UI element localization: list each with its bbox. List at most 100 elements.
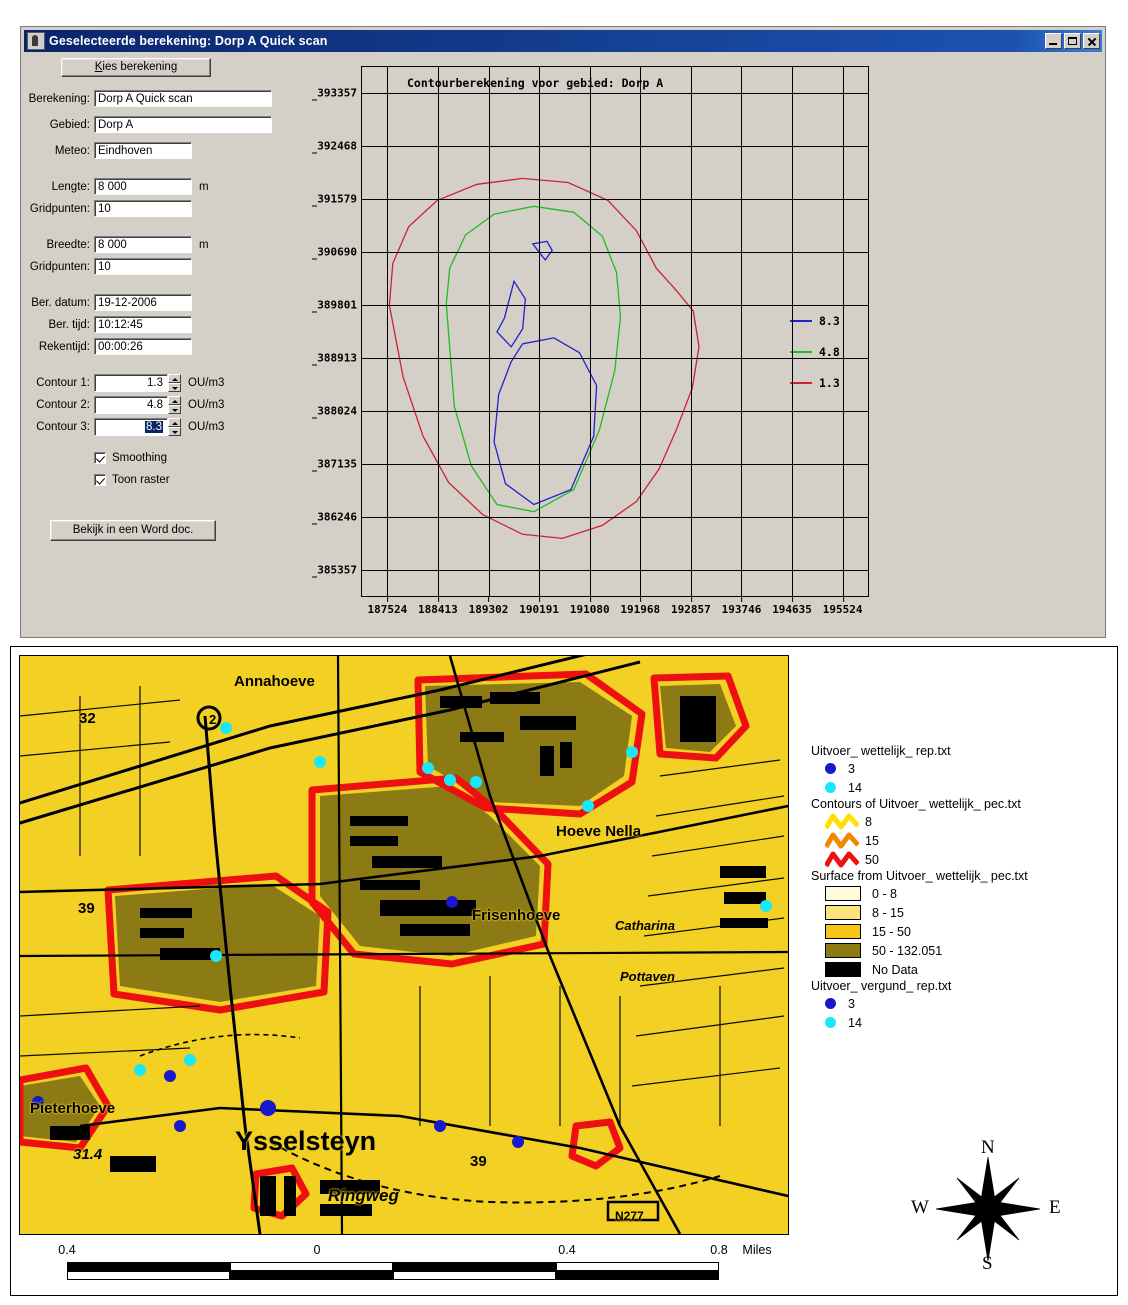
map-legend-item: 3 — [811, 994, 1101, 1013]
contour-1-input[interactable]: 1.3 — [94, 374, 168, 392]
chart-ytick-mark — [312, 417, 318, 419]
legend-item-label: 15 — [865, 833, 879, 848]
window-title-bar: Geselecteerde berekening: Dorp A Quick s… — [24, 30, 1102, 52]
chart-gridline-horizontal — [362, 410, 868, 412]
chart-xtick-label: 187524 — [367, 597, 407, 616]
contour-line-8.3 — [496, 279, 527, 348]
contour-1-stepper[interactable] — [168, 374, 181, 392]
legend-label: 1.3 — [819, 375, 840, 390]
chart-ytick-mark — [312, 523, 318, 525]
map-place-label: 39 — [470, 1153, 487, 1170]
contour-1-increment[interactable] — [168, 374, 181, 383]
field-gridpunten-breedte-label: Gridpunten: — [29, 260, 90, 273]
map-view[interactable]: Annahoeve 32 2 Hoeve Nella Frisenhoeve 39 Cath… — [19, 655, 789, 1235]
field-ber-datum-input[interactable]: 19-12-2006 — [94, 294, 192, 311]
chart-ytick-label: 386246 — [312, 510, 357, 525]
chart-ytick-mark — [312, 364, 318, 366]
map-legend-item: 15 - 50 — [811, 922, 1101, 941]
map-legend-item: No Data — [811, 960, 1101, 979]
chart-ytick-label: 389801 — [312, 299, 357, 313]
field-rekentijd-input[interactable]: 00:00:26 — [94, 338, 192, 355]
chart-ytick-mark — [312, 258, 318, 260]
map-place-label: Catharina — [615, 918, 675, 933]
legend-color-swatch — [825, 943, 861, 958]
map-place-label: Pieterhoeve — [30, 1100, 116, 1117]
map-legend-heading: Uitvoer_ vergund_ rep.txt — [811, 979, 952, 993]
map-section: Annahoeve 32 2 Hoeve Nella Frisenhoeve 39 Cath… — [10, 646, 1118, 1296]
field-gridpunten-breedte-input[interactable]: 10 — [94, 258, 192, 275]
legend-item-label: 15 - 50 — [872, 924, 911, 939]
chart-xtick-label: 195524 — [823, 597, 863, 616]
chart-xtick-mark — [741, 597, 743, 602]
legend-zigzag-icon — [825, 851, 859, 868]
legend-item-label: 50 - 132.051 — [872, 943, 943, 958]
field-berekening-input[interactable]: Dorp A Quick scan — [94, 90, 272, 107]
compass-west: W — [911, 1197, 929, 1218]
window-controls — [1045, 33, 1100, 49]
checkbox-smoothing-label: Smoothing — [112, 452, 167, 464]
contour-3-input[interactable]: 8.3 — [94, 418, 168, 436]
choose-calculation-button[interactable]: Kies berekening — [61, 58, 211, 77]
checkbox-smoothing[interactable]: Smoothing — [94, 452, 167, 464]
map-legend-item: 8 — [811, 812, 1101, 831]
chart-legend-item: 8.3 — [790, 305, 870, 336]
chart-gridline-horizontal — [362, 357, 868, 359]
field-ber-tijd-label: Ber. tijd: — [48, 318, 90, 331]
contour-line-8.3 — [493, 337, 598, 506]
chart-legend-item: 1.3 — [790, 367, 870, 398]
compass-rose: N E S W — [903, 1137, 1073, 1277]
contour-3-value: 8.3 — [145, 421, 163, 433]
contour-3-increment[interactable] — [168, 418, 181, 427]
chart-ytick-label: 391579 — [312, 193, 357, 207]
legend-item-label: 0 - 8 — [872, 886, 898, 901]
contour-1-decrement[interactable] — [168, 383, 181, 392]
choose-calculation-label: ies berekening — [102, 61, 178, 73]
open-in-word-button[interactable]: Bekijk in een Word doc. — [50, 520, 216, 541]
contour-2-increment[interactable] — [168, 396, 181, 405]
chart-xtick-mark — [640, 597, 642, 602]
chart-xtick-label: 194635 — [772, 597, 812, 616]
field-ber-tijd-input[interactable]: 10:12:45 — [94, 316, 192, 333]
window-title: Geselecteerde berekening: Dorp A Quick s… — [49, 34, 328, 48]
parameters-panel: Kies berekening Berekening: Dorp A Quick… — [24, 54, 289, 634]
contour-3-stepper[interactable] — [168, 418, 181, 436]
chart-gridline-horizontal — [362, 305, 868, 307]
field-breedte-input[interactable]: 8 000 — [94, 236, 192, 253]
contour-2-input[interactable]: 4.8 — [94, 396, 168, 414]
field-gebied-input[interactable]: Dorp A — [94, 116, 272, 133]
chart-xtick-label: 188413 — [418, 597, 458, 616]
map-legend-item: 15 — [811, 831, 1101, 850]
field-berekening: Berekening: Dorp A Quick scan — [24, 90, 272, 107]
map-legend-item: 8 - 15 — [811, 903, 1101, 922]
map-place-label: Ringweg — [328, 1186, 399, 1205]
close-button[interactable] — [1083, 33, 1100, 49]
field-lengte-input[interactable]: 8 000 — [94, 178, 192, 195]
legend-zigzag-icon — [825, 832, 859, 849]
legend-point-icon — [825, 763, 836, 774]
app-icon — [27, 32, 45, 50]
scalebar-labels: 0.4 0 0.4 0.8 Miles — [19, 1243, 771, 1260]
legend-item-label: 3 — [848, 996, 855, 1011]
maximize-button[interactable] — [1064, 33, 1081, 49]
checkbox-toon-raster[interactable]: Toon raster — [94, 474, 170, 486]
chart-ytick-mark — [312, 99, 318, 101]
minimize-button[interactable] — [1045, 33, 1062, 49]
chart-ytick-label: 388913 — [312, 351, 357, 366]
map-legend-item: 0 - 8 — [811, 884, 1101, 903]
contour-3-decrement[interactable] — [168, 427, 181, 436]
map-legend-item: 14 — [811, 1013, 1101, 1032]
legend-item-label: 14 — [848, 780, 862, 795]
legend-item-label: 8 — [865, 814, 872, 829]
contour-2-decrement[interactable] — [168, 405, 181, 414]
field-meteo: Meteo: Eindhoven — [24, 142, 192, 159]
chart-xtick-label: 190191 — [519, 597, 559, 616]
chart-ytick-label: 387135 — [312, 457, 357, 472]
map-legend-item: 3 — [811, 759, 1101, 778]
chart-xtick-mark — [539, 597, 541, 602]
contour-2-stepper[interactable] — [168, 396, 181, 414]
field-ber-datum-label: Ber. datum: — [31, 296, 90, 309]
legend-color-swatch — [825, 924, 861, 939]
chart-ytick-mark — [312, 205, 318, 207]
field-meteo-input[interactable]: Eindhoven — [94, 142, 192, 159]
field-gridpunten-lengte-input[interactable]: 10 — [94, 200, 192, 217]
